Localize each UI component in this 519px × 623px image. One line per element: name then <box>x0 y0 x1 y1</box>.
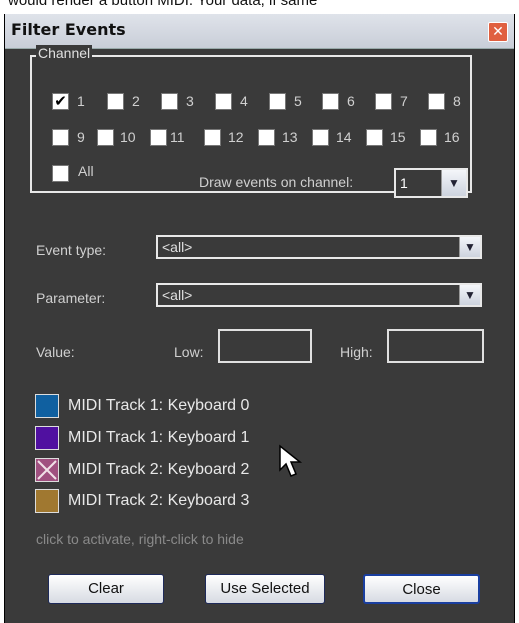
channel-5-checkbox[interactable] <box>269 93 286 110</box>
hint-text: click to activate, right-click to hide <box>36 531 244 547</box>
channel-9-label: 9 <box>77 129 85 145</box>
channel-4-label: 4 <box>240 93 248 109</box>
channel-10-checkbox[interactable] <box>97 129 114 146</box>
track-color-swatch[interactable] <box>35 489 59 513</box>
channel-all-label: All <box>78 163 94 179</box>
use-selected-button[interactable]: Use Selected <box>205 574 325 604</box>
channel-3-label: 3 <box>186 93 194 109</box>
channel-16-checkbox[interactable] <box>420 129 437 146</box>
value-label: Value: <box>36 344 75 360</box>
title-bar[interactable]: Filter Events ✕ <box>5 14 514 49</box>
draw-channel-select[interactable]: 1 ▼ <box>394 168 468 198</box>
channel-6-label: 6 <box>347 93 355 109</box>
parameter-label: Parameter: <box>36 290 106 306</box>
event-type-label: Event type: <box>36 242 107 258</box>
low-label: Low: <box>174 344 204 360</box>
parameter-select[interactable]: <all> ▼ <box>156 283 482 307</box>
channel-4-checkbox[interactable] <box>215 93 232 110</box>
low-value-input[interactable] <box>218 329 312 363</box>
track-color-swatch[interactable] <box>35 394 59 418</box>
channel-6-checkbox[interactable] <box>322 93 339 110</box>
channel-14-checkbox[interactable] <box>312 129 329 146</box>
channel-7-label: 7 <box>400 93 408 109</box>
parameter-value: <all> <box>162 287 193 303</box>
channel-11-label: 11 <box>170 129 185 145</box>
draw-channel-value: 1 <box>400 175 408 191</box>
mouse-cursor-icon <box>279 444 303 477</box>
background-page-strip: would render a button MIDI. Your data, i… <box>0 0 519 14</box>
track-item[interactable]: MIDI Track 2: Keyboard 2 <box>68 461 249 479</box>
channel-1-label: 1 <box>77 93 85 109</box>
close-icon[interactable]: ✕ <box>488 22 508 42</box>
channel-7-checkbox[interactable] <box>375 93 392 110</box>
channel-legend: Channel <box>36 45 93 61</box>
chevron-down-icon[interactable]: ▼ <box>459 285 480 305</box>
channel-12-label: 12 <box>228 129 244 145</box>
close-button[interactable]: Close <box>363 574 480 604</box>
channel-8-label: 8 <box>453 93 461 109</box>
track-hidden-swatch[interactable] <box>35 458 59 482</box>
channel-10-label: 10 <box>120 129 136 145</box>
channel-13-label: 13 <box>282 129 298 145</box>
channel-2-label: 2 <box>132 93 140 109</box>
draw-events-label: Draw events on channel: <box>199 174 354 190</box>
channel-14-label: 14 <box>336 129 352 145</box>
channel-1-checkbox[interactable]: ✔ <box>52 93 69 110</box>
track-color-swatch[interactable] <box>35 426 59 450</box>
high-value-input[interactable] <box>387 329 484 363</box>
dialog-title: Filter Events <box>11 20 126 39</box>
track-item[interactable]: MIDI Track 1: Keyboard 1 <box>68 429 249 447</box>
chevron-down-icon[interactable]: ▼ <box>459 237 480 257</box>
channel-11-checkbox[interactable] <box>150 129 167 146</box>
channel-2-checkbox[interactable] <box>107 93 124 110</box>
event-type-value: <all> <box>162 239 193 255</box>
channel-15-label: 15 <box>390 129 406 145</box>
background-text: would render a button MIDI. Your data, i… <box>8 0 318 9</box>
channel-9-checkbox[interactable] <box>52 129 69 146</box>
channel-5-label: 5 <box>294 93 302 109</box>
channel-12-checkbox[interactable] <box>204 129 221 146</box>
cross-icon <box>37 460 57 480</box>
high-label: High: <box>340 344 373 360</box>
channel-all-checkbox[interactable] <box>52 165 69 182</box>
channel-15-checkbox[interactable] <box>366 129 383 146</box>
channel-13-checkbox[interactable] <box>258 129 275 146</box>
channel-8-checkbox[interactable] <box>428 93 445 110</box>
chevron-down-icon[interactable]: ▼ <box>441 170 466 196</box>
clear-button[interactable]: Clear <box>48 574 164 604</box>
channel-16-label: 16 <box>444 129 460 145</box>
track-item[interactable]: MIDI Track 2: Keyboard 3 <box>68 492 249 510</box>
track-item[interactable]: MIDI Track 1: Keyboard 0 <box>68 397 249 415</box>
event-type-select[interactable]: <all> ▼ <box>156 235 482 259</box>
channel-3-checkbox[interactable] <box>161 93 178 110</box>
